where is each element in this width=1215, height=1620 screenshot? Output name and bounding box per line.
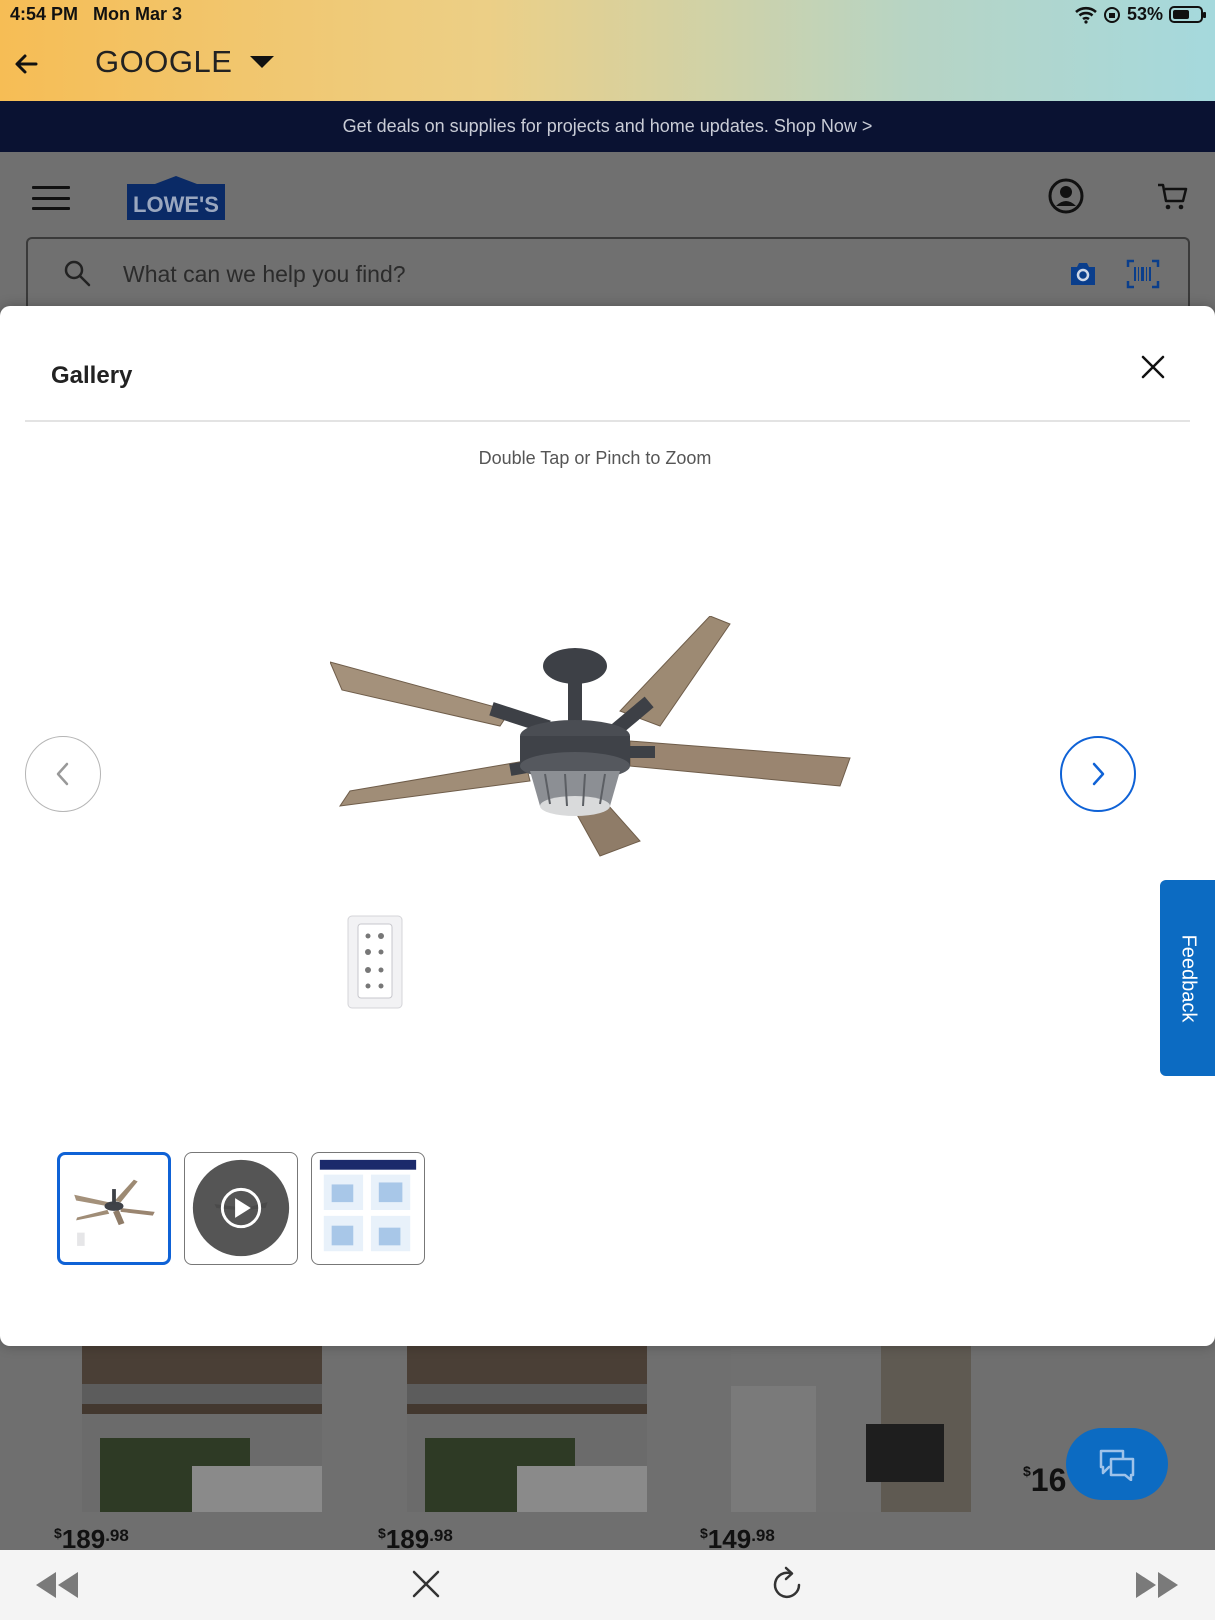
zoom-hint: Double Tap or Pinch to Zoom [478,448,712,468]
price-cents: .98 [429,1526,453,1545]
modal-title: Gallery [51,362,133,389]
price-cents: .98 [105,1526,129,1545]
status-indicators: 53% [1075,4,1206,25]
thumbnail-guide-document[interactable] [311,1152,425,1265]
feedback-label: Feedback [1177,934,1199,1022]
rewind-icon[interactable] [32,1570,80,1600]
product-card-image[interactable] [731,1346,971,1512]
status-time-text: 4:54 PM [10,4,79,24]
product-card-image[interactable] [407,1346,647,1512]
search-bar[interactable]: What can we help you find? [26,237,1190,307]
browser-toolbar [0,1550,1215,1620]
close-icon[interactable] [1140,354,1166,380]
reload-icon[interactable] [769,1564,805,1602]
search-input[interactable]: What can we help you find? [123,261,406,288]
product-card-image[interactable] [82,1346,322,1512]
lowes-logo[interactable]: LOWE'S [127,174,225,222]
battery-icon [1169,6,1206,23]
product-image-ceiling-fan[interactable] [330,616,870,1016]
camera-icon[interactable] [1068,259,1098,289]
app-bar: 4:54 PM Mon Mar 3 53% GOOGLE [0,0,1215,101]
app-title-dropdown[interactable]: GOOGLE [95,44,275,80]
thumbnail-video[interactable] [184,1152,298,1265]
account-icon[interactable] [1048,178,1084,214]
site-header: LOWE'S What can we help you find? [0,152,1215,307]
next-image-button[interactable] [1060,736,1136,812]
barcode-icon[interactable] [1126,259,1160,289]
cart-icon[interactable] [1156,180,1188,212]
chat-icon [1099,1449,1135,1481]
battery-percent: 53% [1126,4,1163,24]
product-price: $16 [1023,1462,1067,1498]
previous-image-button[interactable] [25,736,101,812]
feedback-tab[interactable]: Feedback [1160,880,1215,1076]
play-icon [220,1187,262,1229]
thumbnail-fan-image [74,1179,155,1246]
app-title: GOOGLE [95,44,233,79]
price-cents: .98 [751,1526,775,1545]
logo-text: LOWE'S [133,192,219,217]
divider [25,420,1190,422]
chat-button[interactable] [1066,1428,1168,1500]
wifi-icon [1075,6,1097,24]
status-date: Mon Mar 3 [93,4,183,24]
hamburger-icon[interactable] [32,186,70,210]
promo-banner[interactable]: Get deals on supplies for projects and h… [0,101,1215,152]
chevron-left-icon [56,762,69,786]
back-arrow-icon[interactable] [12,50,40,78]
fast-forward-icon[interactable] [1134,1570,1182,1600]
chevron-down-icon [250,56,275,68]
close-icon[interactable] [410,1568,442,1600]
gallery-modal: Gallery Double Tap or Pinch to Zoom [0,306,1215,1346]
price-dollars: 16 [1030,1462,1067,1498]
thumbnail-image[interactable] [57,1152,171,1265]
promo-text: Get deals on supplies for projects and h… [342,116,873,136]
status-time: 4:54 PM Mon Mar 3 [10,4,182,25]
thumbnail-strip [57,1152,425,1265]
chevron-right-icon [1092,762,1105,786]
lock-rotation-icon [1103,6,1120,23]
search-icon [64,260,91,287]
